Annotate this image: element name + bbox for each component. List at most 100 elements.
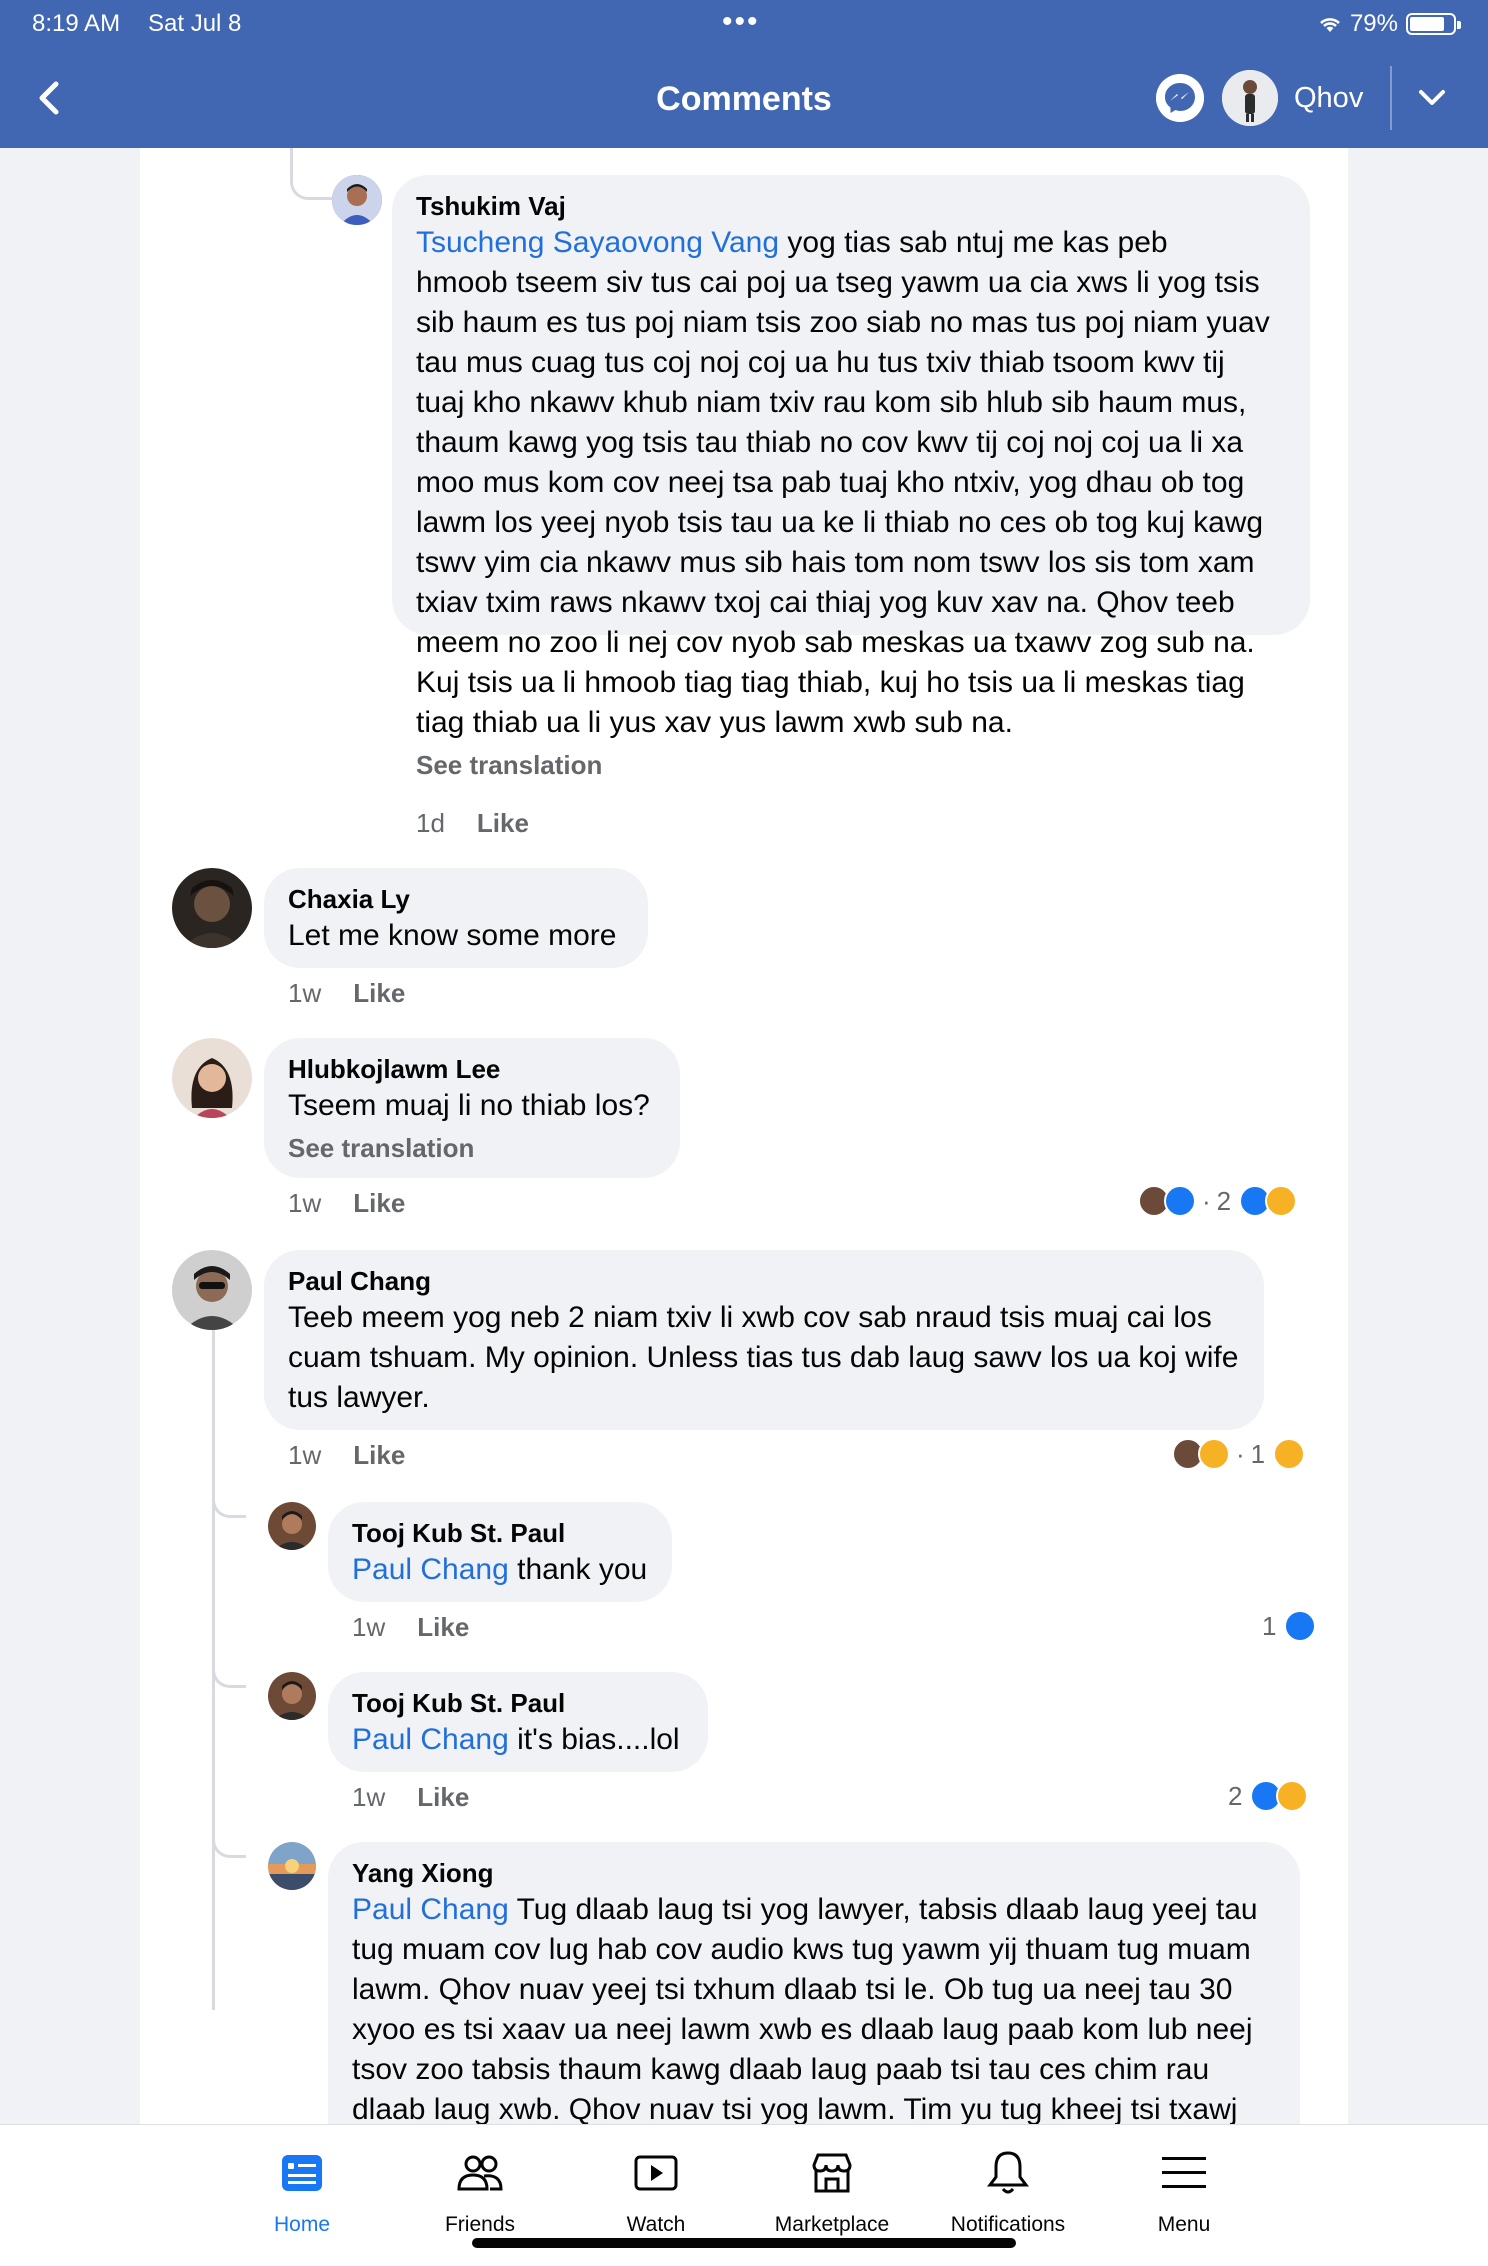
- profile-photo-icon: [268, 1502, 316, 1550]
- thread-connector: [212, 1458, 246, 1518]
- comment-meta: 1w Like: [288, 1440, 405, 1471]
- tab-menu[interactable]: Menu: [1104, 2147, 1264, 2237]
- comment-author[interactable]: Yang Xiong: [352, 1856, 1276, 1890]
- user-avatar-icon: [1222, 70, 1278, 126]
- reply-bubble[interactable]: Yang Xiong Paul Chang Tug dlaab laug tsi…: [328, 1842, 1300, 2124]
- home-indicator[interactable]: [472, 2238, 1016, 2248]
- avatar[interactable]: [1222, 70, 1278, 126]
- reaction-summary[interactable]: 1: [1262, 1610, 1317, 1642]
- status-time: 8:19 AM: [32, 10, 121, 37]
- menu-icon: [1162, 2157, 1206, 2188]
- comment-author[interactable]: Tshukim Vaj: [416, 189, 1286, 223]
- comment-bubble[interactable]: Paul Chang Teeb meem yog neb 2 niam txiv…: [264, 1250, 1264, 1430]
- profile-name[interactable]: Qhov: [1294, 82, 1363, 115]
- tab-marketplace[interactable]: Marketplace: [752, 2147, 912, 2237]
- tab-label: Marketplace: [774, 2213, 890, 2236]
- like-button[interactable]: Like: [353, 1440, 405, 1471]
- comment-meta: 1d Like: [416, 808, 529, 839]
- comment-text: Paul Chang thank you: [352, 1553, 648, 1586]
- comments-list[interactable]: Tshukim Vaj Tsucheng Sayaovong Vang yog …: [140, 148, 1348, 2124]
- comment-author[interactable]: Tooj Kub St. Paul: [352, 1516, 648, 1550]
- comment-timestamp: 1w: [288, 978, 322, 1008]
- comment-meta: 1w Like: [288, 978, 405, 1009]
- avatar[interactable]: [268, 1502, 316, 1550]
- mention-link[interactable]: Tsucheng Sayaovong Vang: [416, 226, 779, 259]
- like-button[interactable]: Like: [417, 1612, 469, 1643]
- comment-bubble[interactable]: Hlubkojlawm Lee Tseem muaj li no thiab l…: [264, 1038, 680, 1178]
- comment-timestamp: 1w: [352, 1612, 386, 1642]
- multitask-dots-icon[interactable]: •••: [722, 7, 760, 37]
- comment-bubble[interactable]: Tshukim Vaj Tsucheng Sayaovong Vang yog …: [392, 175, 1310, 780]
- avatar[interactable]: [172, 1038, 252, 1118]
- thread-connector: [212, 1798, 246, 1858]
- comment-author[interactable]: Paul Chang: [288, 1264, 1240, 1298]
- tab-label: Notifications: [950, 2213, 1066, 2236]
- comment-meta: 1w Like: [352, 1612, 469, 1643]
- profile-photo-icon: [172, 1250, 252, 1330]
- avatar[interactable]: [172, 1250, 252, 1330]
- like-reaction-icon: [1164, 1185, 1196, 1217]
- comment-text: Paul Chang Tug dlaab laug tsi yog lawyer…: [352, 1893, 1258, 2124]
- tab-label: Friends: [444, 2213, 516, 2236]
- tab-label: Watch: [626, 2213, 686, 2236]
- comment-bubble[interactable]: Chaxia Ly Let me know some more: [264, 868, 648, 968]
- mention-link[interactable]: Paul Chang: [352, 1723, 509, 1756]
- reaction-summary[interactable]: · 1: [1172, 1438, 1306, 1470]
- battery-percent: 79%: [1349, 10, 1398, 37]
- tab-label: Home: [273, 2213, 331, 2236]
- comment-author[interactable]: Chaxia Ly: [288, 882, 624, 916]
- see-translation-link[interactable]: See translation: [416, 747, 1286, 783]
- like-button[interactable]: Like: [477, 808, 529, 839]
- reaction-summary[interactable]: 2: [1228, 1780, 1309, 1812]
- avatar[interactable]: [332, 175, 382, 225]
- comment-text: Let me know some more: [288, 919, 617, 952]
- see-translation-link[interactable]: See translation: [288, 1130, 656, 1166]
- friends-icon: [457, 2155, 503, 2191]
- haha-reaction-icon: [1273, 1438, 1306, 1470]
- thread-connector: [212, 1628, 246, 1688]
- haha-reaction-icon: [1265, 1185, 1298, 1217]
- comment-text: Paul Chang it's bias....lol: [352, 1723, 680, 1756]
- comment-meta: 1w Like: [352, 1782, 469, 1813]
- reply-bubble[interactable]: Tooj Kub St. Paul Paul Chang thank you: [328, 1502, 672, 1602]
- chevron-down-icon[interactable]: [1416, 84, 1448, 112]
- profile-photo-icon: [332, 175, 382, 225]
- reaction-count: 2: [1216, 1185, 1232, 1216]
- profile-photo-icon: [172, 1038, 252, 1118]
- comment-text: Teeb meem yog neb 2 niam txiv li xwb cov…: [288, 1301, 1239, 1414]
- status-date: Sat Jul 8: [148, 10, 242, 37]
- avatar[interactable]: [268, 1672, 316, 1720]
- like-reaction-icon: [1284, 1610, 1317, 1642]
- status-bar: 8:19 AM Sat Jul 8 ••• 79%: [32, 7, 1461, 40]
- profile-photo-icon: [172, 868, 252, 948]
- mention-link[interactable]: Paul Chang: [352, 1893, 509, 1926]
- avatar[interactable]: [268, 1842, 316, 1890]
- like-button[interactable]: Like: [353, 1188, 405, 1219]
- like-button[interactable]: Like: [353, 978, 405, 1009]
- reply-bubble[interactable]: Tooj Kub St. Paul Paul Chang it's bias..…: [328, 1672, 708, 1772]
- comment-timestamp: 1w: [352, 1782, 386, 1812]
- avatar[interactable]: [172, 868, 252, 948]
- haha-reaction-icon: [1198, 1438, 1230, 1470]
- watch-icon: [634, 2155, 678, 2191]
- tab-notifications[interactable]: Notifications: [928, 2147, 1088, 2237]
- tab-label: Menu: [1157, 2213, 1211, 2236]
- mention-link[interactable]: Paul Chang: [352, 1553, 509, 1586]
- marketplace-icon: [812, 2153, 852, 2193]
- profile-photo-icon: [268, 1672, 316, 1720]
- messenger-icon[interactable]: [1156, 74, 1204, 122]
- thread-connector: [290, 148, 334, 200]
- reaction-count: 1: [1262, 1610, 1277, 1641]
- comment-timestamp: 1w: [288, 1188, 322, 1218]
- profile-photo-icon: [268, 1842, 316, 1890]
- reaction-summary[interactable]: · 2: [1138, 1185, 1298, 1217]
- comment-author[interactable]: Tooj Kub St. Paul: [352, 1686, 684, 1720]
- comment-author[interactable]: Hlubkojlawm Lee: [288, 1052, 656, 1086]
- reaction-count: 1: [1250, 1438, 1266, 1469]
- tab-friends[interactable]: Friends: [400, 2147, 560, 2237]
- tab-home[interactable]: Home: [222, 2147, 382, 2237]
- comment-text: Tsucheng Sayaovong Vang yog tias sab ntu…: [416, 226, 1270, 739]
- tab-watch[interactable]: Watch: [576, 2147, 736, 2237]
- like-button[interactable]: Like: [417, 1782, 469, 1813]
- notifications-icon: [987, 2151, 1029, 2194]
